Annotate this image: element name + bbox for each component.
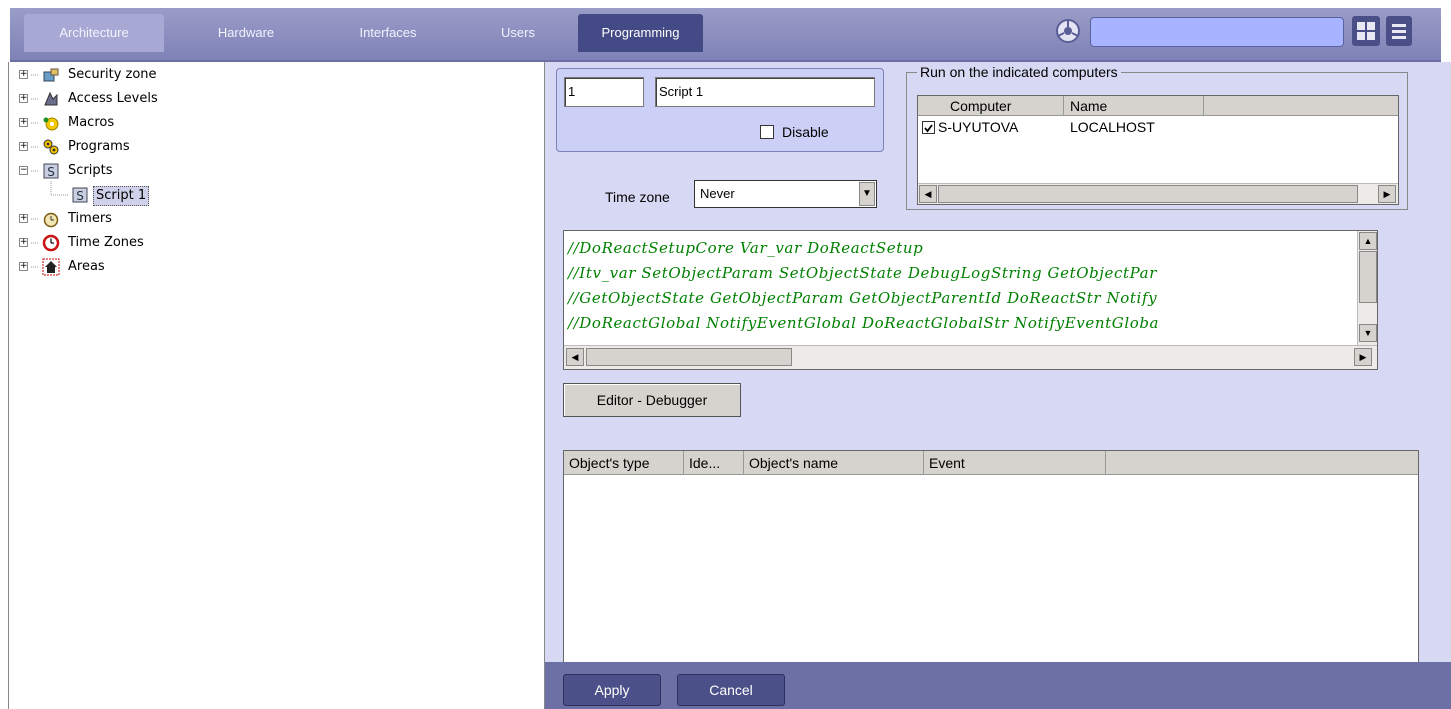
collapse-icon[interactable]: −	[19, 166, 28, 175]
scroll-right-icon[interactable]: ▶	[1378, 185, 1396, 203]
tree-item-security-zone[interactable]: + Security zone	[19, 64, 219, 86]
script-code-editor[interactable]: //DoReactSetupCore Var_var DoReactSetup …	[563, 230, 1378, 370]
scroll-left-icon[interactable]: ◀	[919, 185, 937, 203]
column-object-type[interactable]: Object's type	[564, 451, 684, 475]
events-table-header: Object's type Ide... Object's name Event	[564, 451, 1418, 475]
tree-item-time-zones[interactable]: + Time Zones	[19, 232, 219, 254]
list-menu-icon	[1392, 24, 1406, 39]
computer-cell: S-UYUTOVA	[938, 119, 1019, 135]
column-identifier[interactable]: Ide...	[684, 451, 744, 475]
tree-item-scripts[interactable]: − S Scripts	[19, 160, 219, 182]
scroll-up-icon[interactable]: ▲	[1359, 232, 1377, 250]
checkmark-icon	[924, 124, 933, 133]
tree-item-macros[interactable]: + Macros	[19, 112, 219, 134]
house-icon	[42, 258, 60, 276]
code-line: //GetObjectState GetObjectParam GetObjec…	[568, 289, 1158, 307]
tree-item-label: Programs	[68, 139, 130, 154]
computers-group: Run on the indicated computers Computer …	[906, 64, 1408, 210]
tab-interfaces[interactable]: Interfaces	[338, 14, 438, 52]
apply-button[interactable]: Apply	[563, 674, 661, 706]
tree-item-label: Areas	[68, 259, 105, 274]
cancel-button[interactable]: Cancel	[677, 674, 785, 706]
computers-table-header: Computer Name	[918, 96, 1398, 116]
tab-users[interactable]: Users	[478, 14, 558, 52]
expand-icon[interactable]: +	[19, 238, 28, 247]
tree-item-label: Scripts	[68, 163, 113, 178]
code-line: //Itv_var SetObjectParam SetObjectState …	[568, 264, 1157, 282]
grid-icon	[1357, 22, 1375, 40]
scroll-thumb[interactable]	[938, 185, 1358, 203]
code-horizontal-scrollbar[interactable]: ◀ ▶	[564, 345, 1377, 369]
chevron-down-icon[interactable]: ▼	[859, 182, 875, 206]
computer-checkbox[interactable]	[922, 121, 935, 134]
tree-item-programs[interactable]: + Programs	[19, 136, 219, 158]
editor-debugger-button[interactable]: Editor - Debugger	[563, 383, 741, 417]
footer-bar: Apply Cancel	[545, 662, 1451, 709]
column-event[interactable]: Event	[924, 451, 1106, 475]
disable-label: Disable	[782, 124, 829, 140]
search-input[interactable]	[1090, 17, 1344, 47]
expand-icon[interactable]: +	[19, 94, 28, 103]
computers-table: Computer Name S-UYUTOVA LOCALHOST ◀ ▶	[917, 95, 1399, 205]
tree-item-label: Timers	[68, 211, 112, 226]
column-object-name[interactable]: Object's name	[744, 451, 924, 475]
timezone-value: Never	[700, 186, 735, 201]
column-computer[interactable]: Computer	[936, 96, 1064, 116]
expand-icon[interactable]: +	[19, 142, 28, 151]
expand-icon[interactable]: +	[19, 70, 28, 79]
expand-icon[interactable]: +	[19, 118, 28, 127]
code-line: //DoReactGlobal NotifyEventGlobal DoReac…	[568, 314, 1160, 332]
tree-item-label: Security zone	[68, 67, 157, 82]
code-line: //DoReactSetupCore Var_var DoReactSetup	[568, 239, 924, 257]
tree-item-access-levels[interactable]: + Access Levels	[19, 88, 219, 110]
expand-icon[interactable]: +	[19, 214, 28, 223]
scroll-right-icon[interactable]: ▶	[1354, 348, 1372, 366]
timer-icon	[43, 212, 59, 228]
scroll-thumb[interactable]	[1359, 251, 1377, 303]
tree-item-script-1[interactable]: S Script 1	[69, 184, 229, 206]
name-field[interactable]: Script 1	[655, 77, 875, 107]
settings-panel: 1 Script 1 Disable Time zone Never ▼ Run…	[545, 62, 1451, 709]
column-name[interactable]: Name	[1064, 96, 1204, 116]
computers-horizontal-scrollbar[interactable]: ◀ ▶	[918, 183, 1398, 204]
computer-name-cell: LOCALHOST	[1070, 119, 1155, 135]
top-navigation-bar: Architecture Hardware Interfaces Users P…	[0, 0, 1451, 62]
layout-grid-button[interactable]	[1352, 16, 1380, 46]
tree-item-label: Macros	[68, 115, 115, 130]
script-identity-box: 1 Script 1 Disable	[556, 68, 884, 152]
scripts-icon: S	[43, 163, 59, 179]
svg-text:S: S	[47, 165, 55, 179]
access-levels-icon	[44, 91, 58, 106]
scroll-down-icon[interactable]: ▼	[1359, 324, 1377, 342]
disable-checkbox[interactable]	[760, 125, 774, 139]
tab-hardware[interactable]: Hardware	[196, 14, 296, 52]
tree-item-label: Time Zones	[68, 235, 144, 250]
programs-icon	[43, 139, 59, 155]
tree-item-timers[interactable]: + Timers	[19, 208, 219, 230]
security-zone-icon	[43, 68, 59, 82]
svg-text:S: S	[76, 189, 84, 203]
script-icon: S	[72, 187, 88, 203]
tree-item-label: Access Levels	[68, 91, 158, 106]
id-field[interactable]: 1	[564, 77, 644, 107]
tab-programming[interactable]: Programming	[578, 14, 703, 52]
computers-group-title: Run on the indicated computers	[917, 64, 1121, 80]
tree-item-areas[interactable]: + Areas	[19, 256, 219, 278]
object-tree: + Security zone + Access Levels + Macros	[8, 62, 545, 709]
scroll-left-icon[interactable]: ◀	[566, 348, 584, 366]
tab-architecture[interactable]: Architecture	[24, 14, 164, 52]
tree-item-label-selected: Script 1	[93, 186, 150, 206]
menu-button[interactable]	[1386, 16, 1412, 46]
timezone-select[interactable]: Never ▼	[694, 180, 877, 208]
clock-icon	[42, 234, 60, 252]
expand-icon[interactable]: +	[19, 262, 28, 271]
connection-icon[interactable]	[1053, 16, 1083, 46]
timezone-label: Time zone	[605, 189, 670, 205]
macros-icon	[43, 117, 59, 131]
code-vertical-scrollbar[interactable]: ▲ ▼	[1357, 231, 1377, 345]
scroll-thumb[interactable]	[586, 348, 792, 366]
